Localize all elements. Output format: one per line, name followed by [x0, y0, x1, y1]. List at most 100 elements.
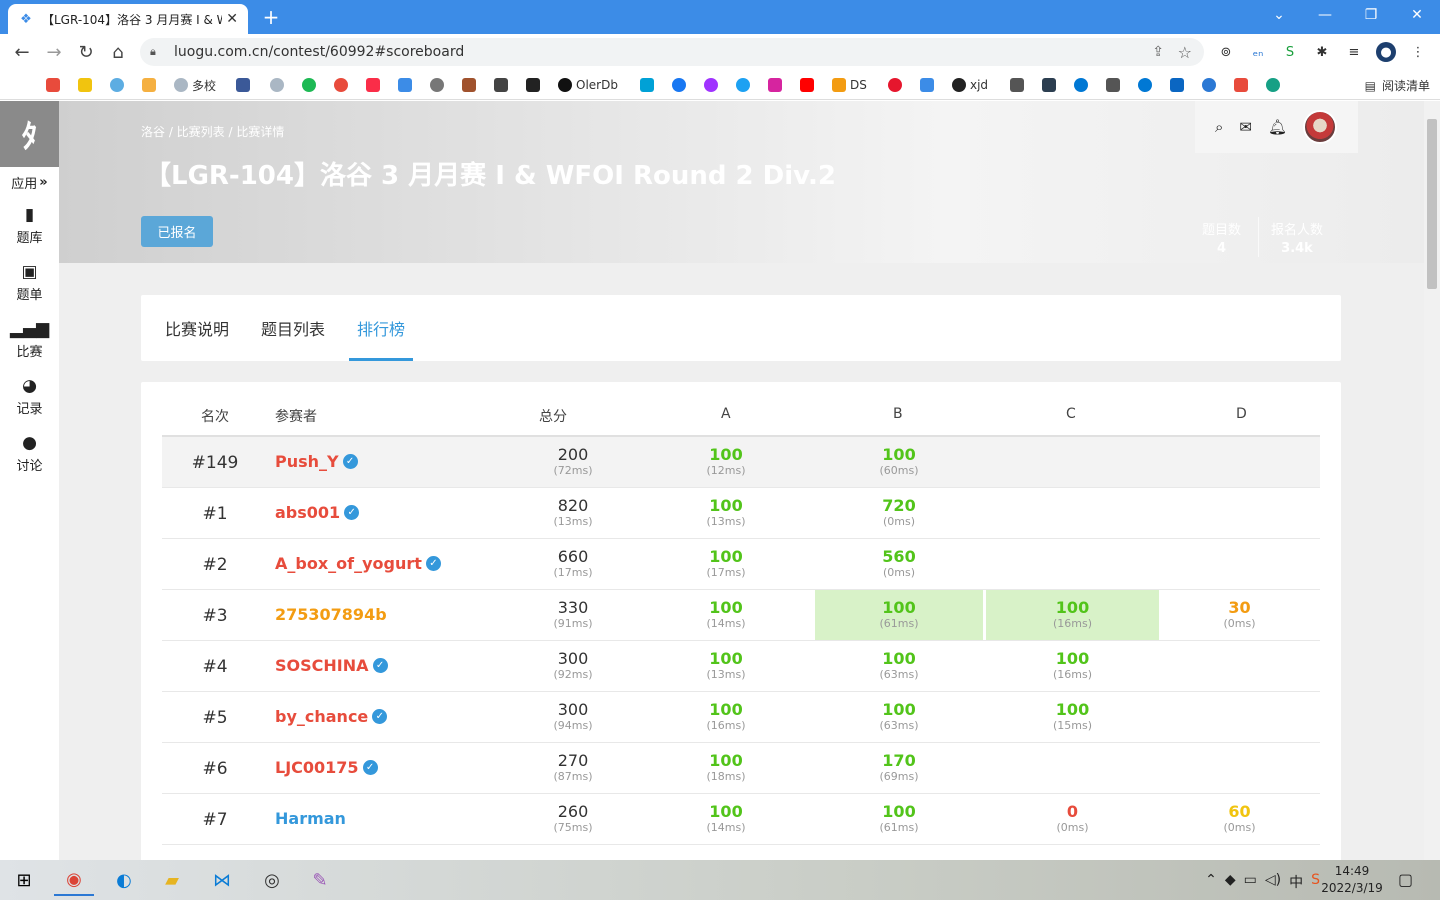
bookmark-item[interactable] [302, 77, 320, 93]
username-link[interactable]: SOSCHINA ✓ [275, 656, 388, 675]
score-cell-b[interactable]: 100 (63ms) [815, 692, 983, 742]
bookmark-item[interactable] [462, 77, 480, 93]
extension-translate-icon[interactable]: ₑₙ [1248, 42, 1268, 62]
paint-icon[interactable]: ✎ [300, 864, 340, 896]
tab-scoreboard[interactable]: 排行榜 [357, 295, 405, 361]
bookmark-item[interactable] [1106, 77, 1124, 93]
score-cell-c[interactable]: 100 (16ms) [986, 641, 1159, 691]
bookmark-item[interactable] [366, 77, 384, 93]
notification-icon[interactable]: ▢ [1398, 870, 1413, 889]
scrollbar-thumb[interactable] [1427, 119, 1437, 289]
username-link[interactable]: LJC00175 ✓ [275, 758, 378, 777]
score-cell-a[interactable]: 100 (16ms) [659, 692, 793, 742]
forward-icon[interactable]: → [42, 40, 66, 64]
network-icon[interactable]: ▭ [1244, 872, 1257, 892]
score-cell-d[interactable]: 60 (0ms) [1159, 794, 1320, 844]
tab-search-icon[interactable]: ⌄ [1256, 0, 1302, 30]
bookmark-xjd[interactable]: xjd [952, 77, 988, 93]
tab-problem-list[interactable]: 题目列表 [261, 295, 325, 361]
cat-icon[interactable]: ◆ [1225, 872, 1236, 892]
joined-button[interactable]: 已报名 [141, 216, 213, 247]
apps-toggle[interactable]: 应用» [0, 167, 59, 197]
bookmark-item[interactable] [1202, 77, 1220, 93]
search-icon[interactable]: ⌕ [1215, 118, 1223, 136]
score-cell-b[interactable]: 100 (63ms) [815, 641, 983, 691]
score-cell-a[interactable]: 100 (13ms) [659, 488, 793, 538]
extension-s-icon[interactable]: S [1280, 42, 1300, 62]
score-cell-b[interactable]: 100 (61ms) [815, 590, 983, 640]
bookmark-item[interactable] [1042, 77, 1060, 93]
score-cell-a[interactable]: 100 (14ms) [659, 590, 793, 640]
bookmark-item[interactable] [110, 77, 128, 93]
mail-icon[interactable]: ✉ [1239, 118, 1252, 136]
score-cell-a[interactable]: 100 (12ms) [659, 437, 793, 487]
share-icon[interactable]: ⇪ [1152, 44, 1164, 60]
score-cell-b[interactable]: 100 (60ms) [815, 437, 983, 487]
edge-icon[interactable]: ◐ [104, 864, 144, 896]
score-cell-b[interactable]: 170 (69ms) [815, 743, 983, 793]
bookmark-item[interactable] [800, 77, 818, 93]
username-link[interactable]: by_chance ✓ [275, 707, 388, 726]
sidebar-item-contests[interactable]: ▂▄▆ 比赛 [0, 311, 59, 368]
address-bar[interactable]: 🔒︎ luogu.com.cn/contest/60992#scoreboard… [140, 38, 1204, 66]
score-cell-b[interactable]: 560 (0ms) [815, 539, 983, 589]
bell-icon[interactable]: 🔔︎ [1268, 118, 1287, 136]
bookmark-item[interactable] [1170, 77, 1188, 93]
bookmark-item[interactable] [640, 77, 658, 93]
music-player-icon[interactable]: ◎ [252, 864, 292, 896]
score-cell-a[interactable]: 100 (13ms) [659, 641, 793, 691]
tab-close-icon[interactable]: ✕ [226, 11, 238, 27]
page-scrollbar[interactable] [1424, 101, 1440, 860]
score-cell-d[interactable]: 60 [1159, 845, 1320, 860]
chrome-icon[interactable]: ◉ [54, 864, 94, 896]
bookmark-item[interactable] [920, 77, 938, 93]
breadcrumb[interactable]: 洛谷 / 比赛列表 / 比赛详情 [141, 123, 284, 140]
sidebar-item-problems[interactable]: ▮ 题库 [0, 197, 59, 254]
username-link[interactable]: Push_Y ✓ [275, 452, 358, 471]
browser-tab[interactable]: ❖ 【LGR-104】洛谷 3 月月赛 I & WFOI Round 2 Div… [8, 4, 248, 34]
extension-link-icon[interactable]: ⊚ [1216, 42, 1236, 62]
bookmark-item[interactable] [1074, 77, 1092, 93]
tab-description[interactable]: 比赛说明 [165, 295, 229, 361]
close-window-button[interactable]: ✕ [1394, 0, 1440, 30]
bookmark-olerdb[interactable]: OlerDb [558, 77, 618, 93]
username-link[interactable]: abs001 ✓ [275, 503, 360, 522]
bookmark-item[interactable] [430, 77, 448, 93]
score-cell-a[interactable]: 100 (14ms) [659, 794, 793, 844]
score-cell-b[interactable]: 100 [815, 845, 983, 860]
sidebar-item-records[interactable]: ◕ 记录 [0, 368, 59, 425]
windows-start-icon[interactable]: ⊞ [4, 864, 44, 896]
sidebar-item-discuss[interactable]: ● 讨论 [0, 425, 59, 482]
media-control-icon[interactable]: ≡ [1344, 42, 1364, 62]
username-link[interactable]: A_box_of_yogurt ✓ [275, 554, 441, 573]
chevron-up-icon[interactable]: ⌃ [1205, 872, 1217, 892]
bookmark-item[interactable] [78, 77, 96, 93]
bookmark-item[interactable] [1234, 77, 1252, 93]
reading-list-button[interactable]: ▤ 阅读清单 [1365, 77, 1430, 94]
browser-menu-icon[interactable]: ⋮ [1408, 42, 1428, 62]
bookmark-item[interactable] [270, 77, 288, 93]
score-cell-c[interactable]: 0 (0ms) [986, 794, 1159, 844]
luogu-logo[interactable]: ﾀ [0, 101, 59, 167]
bookmark-item[interactable] [1010, 77, 1028, 93]
file-explorer-icon[interactable]: ▰ [152, 864, 192, 896]
bookmark-item[interactable] [704, 77, 722, 93]
score-cell-b[interactable]: 720 (0ms) [815, 488, 983, 538]
bookmark-ds[interactable]: DS [832, 77, 867, 93]
sidebar-item-training[interactable]: ▣ 题单 [0, 254, 59, 311]
username-link[interactable]: Harman [275, 809, 346, 828]
extensions-puzzle-icon[interactable]: ✱ [1312, 42, 1332, 62]
bookmark-item[interactable] [1138, 77, 1156, 93]
ime-indicator[interactable]: 中 [1289, 872, 1303, 892]
bookmark-item[interactable] [398, 77, 416, 93]
bookmark-item[interactable] [494, 77, 512, 93]
score-cell-a[interactable]: 100 (18ms) [659, 743, 793, 793]
back-icon[interactable]: ← [10, 40, 34, 64]
bookmark-item[interactable] [526, 77, 544, 93]
bookmark-item[interactable] [1266, 77, 1284, 93]
bookmark-item[interactable] [334, 77, 352, 93]
minimize-button[interactable]: — [1302, 0, 1348, 30]
restore-button[interactable]: ❐ [1348, 0, 1394, 30]
score-cell-c[interactable]: 100 (16ms) [986, 590, 1159, 640]
home-icon[interactable]: ⌂ [106, 40, 130, 64]
